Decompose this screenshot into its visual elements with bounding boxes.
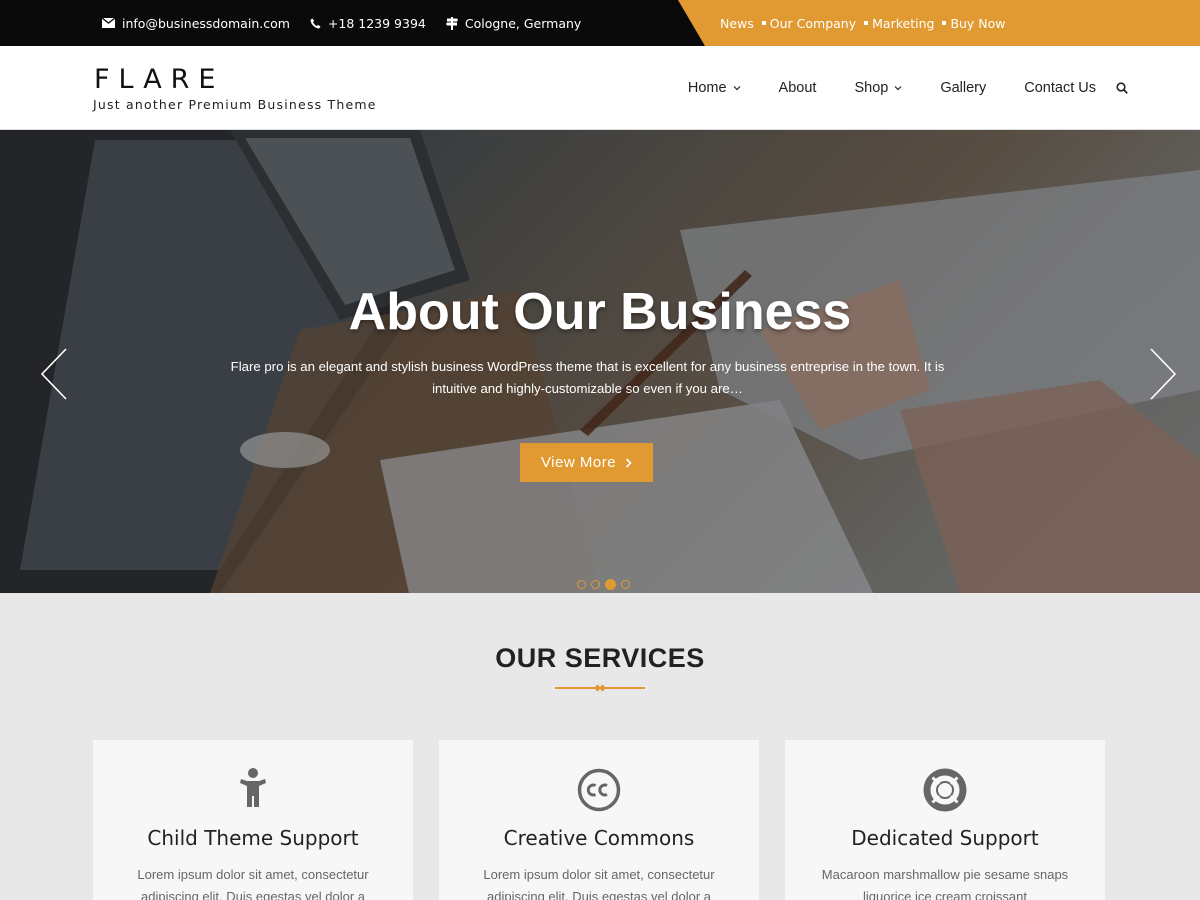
top-nav-our-company[interactable]: Our Company	[770, 16, 856, 31]
top-nav-separator	[761, 21, 766, 25]
card-title: Dedicated Support	[851, 826, 1039, 850]
search-icon	[1116, 82, 1128, 94]
phone-item[interactable]: +18 1239 9394	[310, 16, 426, 31]
nav-item-shop[interactable]: Shop	[854, 80, 902, 96]
top-bar: info@businessdomain.com +18 1239 9394 Co…	[0, 0, 1200, 46]
nav-item-home[interactable]: Home	[688, 80, 741, 96]
site-logo[interactable]: FLARE	[94, 64, 224, 95]
chevron-right-icon	[625, 457, 632, 468]
card-icon-wrap	[785, 768, 1105, 812]
card-title: Creative Commons	[503, 826, 695, 850]
nav-item-label: Contact Us	[1024, 80, 1096, 96]
hero-title: About Our Business	[348, 283, 852, 341]
arrow-left-icon	[40, 348, 67, 400]
view-more-button[interactable]: View More	[520, 443, 653, 482]
nav-item-label: About	[778, 80, 817, 96]
life-ring-icon	[923, 768, 967, 812]
email-item[interactable]: info@businessdomain.com	[102, 16, 290, 31]
card-text: Macaroon marshmallow pie sesame snaps li…	[821, 867, 1069, 900]
top-nav-separator	[942, 21, 947, 25]
site-tagline: Just another Premium Business Theme	[93, 97, 377, 112]
hero-text: Flare pro is an elegant and stylish busi…	[230, 359, 945, 396]
slider-dot[interactable]	[591, 580, 600, 589]
top-nav-separator	[864, 21, 869, 25]
contact-info: info@businessdomain.com +18 1239 9394 Co…	[102, 0, 601, 46]
nav-item-about[interactable]: About	[779, 80, 817, 96]
chevron-down-icon	[894, 86, 902, 91]
slider-dot[interactable]	[577, 580, 586, 589]
creative-commons-icon	[577, 768, 621, 812]
main-nav: Home About Shop Gallery Contact Us	[688, 46, 1128, 130]
chevron-down-icon	[733, 86, 740, 91]
top-nav-news[interactable]: News	[720, 16, 754, 31]
slider-dot-active[interactable]	[605, 579, 616, 590]
slider-next-arrow[interactable]	[1149, 348, 1177, 404]
section-divider	[555, 684, 645, 692]
top-nav-buy-now[interactable]: Buy Now	[950, 16, 1005, 31]
arrow-right-icon	[1150, 348, 1177, 400]
phone-text: +18 1239 9394	[327, 15, 426, 31]
nav-item-label: Home	[687, 80, 727, 96]
slider-dots	[577, 579, 635, 590]
phone-icon	[310, 17, 321, 29]
search-button[interactable]	[1116, 82, 1128, 94]
nav-item-contact-us[interactable]: Contact Us	[1024, 80, 1096, 96]
nav-item-gallery[interactable]: Gallery	[940, 80, 986, 96]
envelope-icon	[102, 18, 115, 28]
card-text: Lorem ipsum dolor sit amet, consectetur …	[483, 867, 715, 900]
location-item: Cologne, Germany	[445, 15, 582, 31]
top-nav: News Our Company Marketing Buy Now	[720, 0, 1006, 46]
hero-slider: About Our Business Flare pro is an elega…	[0, 130, 1200, 593]
slider-prev-arrow[interactable]	[40, 348, 68, 404]
services-title: OUR SERVICES	[495, 643, 705, 673]
signpost-icon	[445, 16, 458, 30]
site-header: FLARE Just another Premium Business Them…	[0, 46, 1200, 130]
card-icon-wrap	[93, 768, 413, 808]
email-text: info@businessdomain.com	[122, 15, 290, 31]
service-card-child-theme: Child Theme Support Lorem ipsum dolor si…	[93, 740, 413, 900]
nav-item-label: Shop	[854, 80, 889, 96]
view-more-label: View More	[540, 454, 617, 471]
service-card-creative-commons: Creative Commons Lorem ipsum dolor sit a…	[439, 740, 759, 900]
card-title: Child Theme Support	[147, 826, 359, 850]
top-nav-marketing[interactable]: Marketing	[872, 16, 934, 31]
location-text: Cologne, Germany	[464, 15, 582, 31]
slider-dot[interactable]	[621, 580, 630, 589]
child-icon	[240, 768, 266, 807]
card-icon-wrap	[439, 768, 759, 812]
service-card-dedicated-support: Dedicated Support Macaroon marshmallow p…	[785, 740, 1105, 900]
nav-item-label: Gallery	[940, 80, 987, 96]
card-text: Lorem ipsum dolor sit amet, consectetur …	[137, 867, 369, 900]
